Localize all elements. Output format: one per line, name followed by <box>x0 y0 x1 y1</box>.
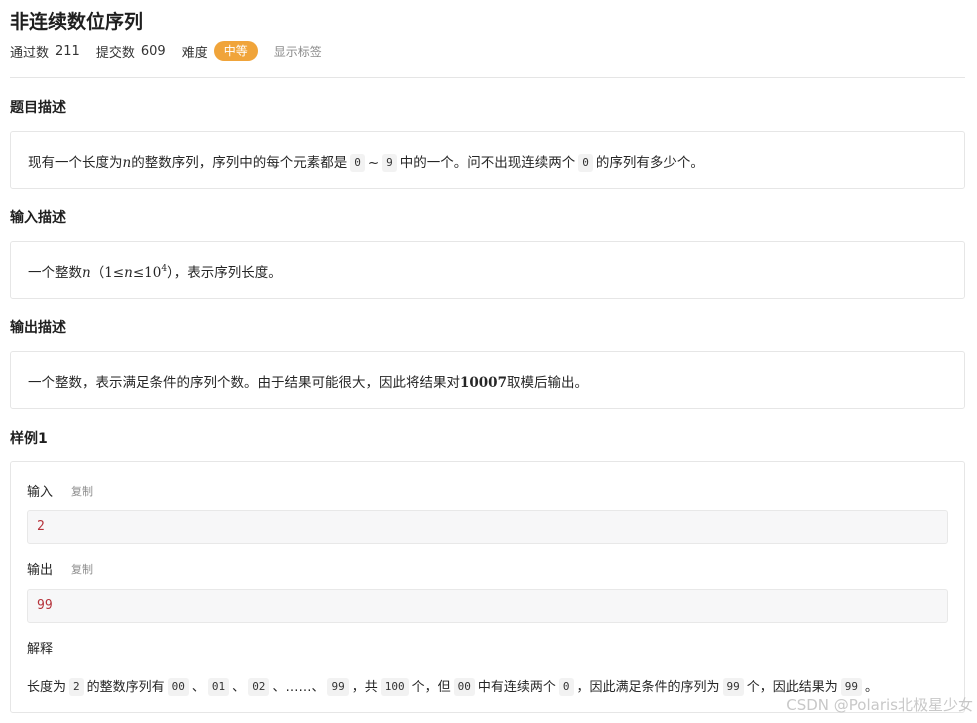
output-desc-card: 一个整数，表示满足条件的序列个数。由于结果可能很大，因此将结果对10007取模后… <box>10 351 965 409</box>
exp-sep-3: 、……、 <box>272 680 325 695</box>
sample-output-box[interactable]: 99 <box>27 589 948 623</box>
output-text-1: 一个整数，表示满足条件的序列个数。由于结果可能很大，因此将结果对 <box>28 375 460 391</box>
show-tags-link[interactable]: 显示标签 <box>274 43 322 60</box>
description-text: 现有一个长度为n的整数序列，序列中的每个元素都是 0 ~9 中的一个。问不出现连续两个… <box>28 151 704 172</box>
difficulty-label: 难度 <box>181 45 208 61</box>
output-desc-text: 一个整数，表示满足条件的序列个数。由于结果可能很大，因此将结果对10007取模后… <box>28 371 588 391</box>
sample-card: 输入 复制 2 输出 复制 99 解释 长度为 2 的整数序列有 00、 01、 02、…… <box>10 461 965 713</box>
exp-text-1: 长度为 <box>27 680 67 695</box>
problem-header: 非连续数位序列 通过数 211 提交数 609 难度 中等 显示标签 <box>10 8 965 62</box>
output-desc-heading: 输出描述 <box>10 320 66 336</box>
problem-title: 非连续数位序列 <box>10 11 144 33</box>
pass-count-label: 通过数 <box>10 45 50 61</box>
sample-input-box[interactable]: 2 <box>27 510 948 544</box>
desc-tilde: ~ <box>367 155 380 171</box>
exp-text-4: 个，但 <box>411 680 451 695</box>
exp-text-6: ，因此满足条件的序列为 <box>576 680 720 695</box>
exp-code-2: 2 <box>69 678 84 696</box>
watermark-text: CSDN @Polaris北极星少女 <box>786 696 973 714</box>
exp-sep-1: 、 <box>191 680 205 695</box>
description-card: 现有一个长度为n的整数序列，序列中的每个元素都是 0 ~9 中的一个。问不出现连续两个… <box>10 131 965 189</box>
exp-sep-2: 、 <box>232 680 246 695</box>
output-text-2: 取模后输出。 <box>506 375 588 391</box>
desc-text-1: 现有一个长度为 <box>28 155 123 171</box>
exp-code-100: 100 <box>380 678 409 696</box>
desc-text-2: 的整数序列，序列中的每个元素都是 <box>131 155 348 171</box>
input-text-1: 一个整数 <box>28 265 82 281</box>
pass-count: 211 <box>55 43 80 59</box>
exp-code-01: 01 <box>207 678 230 696</box>
sample-heading: 样例1 <box>10 431 48 447</box>
exp-text-8: 。 <box>865 680 879 695</box>
desc-code-9: 9 <box>382 154 397 172</box>
exp-code-99b: 99 <box>722 678 744 696</box>
input-le: ≤10 <box>132 265 162 281</box>
exp-text-2: 的整数序列有 <box>86 680 165 695</box>
input-desc-card: 一个整数n（1≤n≤104），表示序列长度。 <box>10 241 965 299</box>
input-desc-text: 一个整数n（1≤n≤104），表示序列长度。 <box>28 261 282 281</box>
input-paren-open: （1≤ <box>90 265 125 281</box>
copy-output-button[interactable]: 复制 <box>71 561 93 577</box>
description-heading: 题目描述 <box>10 100 66 116</box>
exp-code-0: 0 <box>558 678 574 696</box>
header-divider <box>10 77 965 78</box>
exp-code-99: 99 <box>327 678 349 696</box>
sample-explain-label: 解释 <box>27 642 54 657</box>
exp-code-00b: 00 <box>453 678 475 696</box>
exp-text-5: 中有连续两个 <box>477 680 556 695</box>
input-desc-heading: 输入描述 <box>10 210 66 226</box>
desc-code-0: 0 <box>350 154 365 172</box>
desc-text-4: 的序列有多少个。 <box>595 155 704 171</box>
output-modulus: 10007 <box>460 375 507 391</box>
copy-input-button[interactable]: 复制 <box>71 483 93 499</box>
desc-text-3: 中的一个。问不出现连续两个 <box>399 155 576 171</box>
input-var-n: n <box>82 265 91 281</box>
exp-text-3: ，共 <box>351 680 378 695</box>
sample-explain-text: 长度为 2 的整数序列有 00、 01、 02、……、 99 ，共 100 个，但 00 中有连续两个… <box>27 676 878 696</box>
submit-count: 609 <box>140 43 166 59</box>
exp-text-7: 个，因此结果为 <box>746 680 838 695</box>
desc-var-n: n <box>122 155 132 171</box>
input-var-n2: n <box>124 265 133 281</box>
exp-code-02: 02 <box>248 678 270 696</box>
exp-code-00: 00 <box>167 678 189 696</box>
submit-count-label: 提交数 <box>95 45 135 61</box>
problem-meta: 通过数 211 提交数 609 难度 中等 显示标签 <box>10 40 965 62</box>
desc-code-zero: 0 <box>578 154 593 172</box>
sample-output-label: 输出 <box>27 563 54 578</box>
difficulty-badge: 中等 <box>213 41 258 61</box>
sample-input-label: 输入 <box>27 485 54 500</box>
input-paren-close: ），表示序列长度。 <box>167 265 282 281</box>
